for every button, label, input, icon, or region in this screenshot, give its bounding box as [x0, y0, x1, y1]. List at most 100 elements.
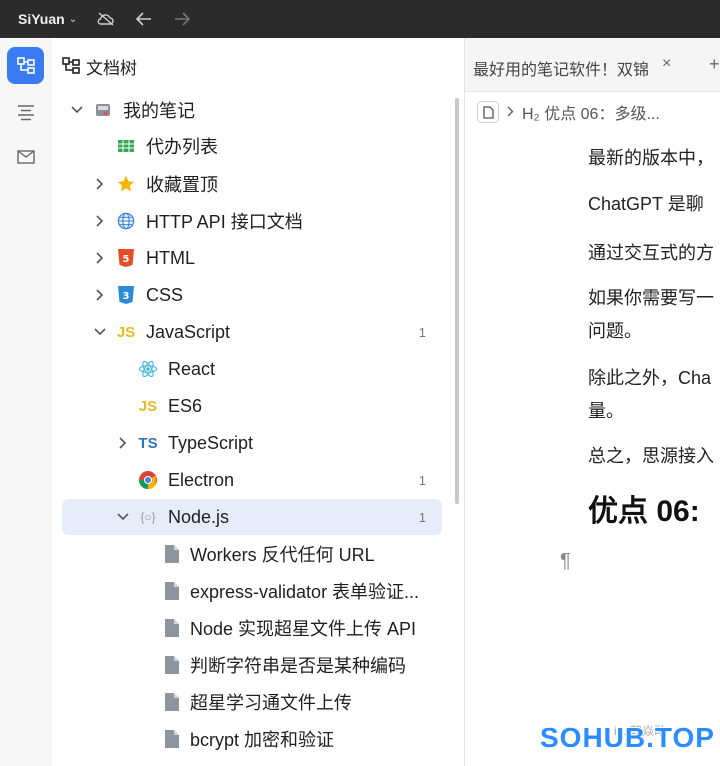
back-arrow-icon[interactable] — [135, 10, 153, 28]
tree-item-es6[interactable]: JS ES6 — [62, 388, 442, 424]
tree-item-label: HTML — [146, 247, 195, 268]
node-icon: {○} — [140, 510, 156, 524]
file-tree-icon — [16, 56, 35, 74]
task-icon — [116, 136, 136, 156]
chevron-right-icon[interactable] — [93, 288, 107, 302]
new-tab-icon[interactable]: + — [709, 54, 720, 75]
css3-glyph: 3 — [123, 291, 130, 302]
chevron-down-icon[interactable] — [93, 325, 107, 339]
doc-icon — [162, 618, 182, 638]
chrome-icon — [138, 470, 158, 490]
editor-tab-bar: 最好用的笔记软件！双锦 × + — [465, 38, 720, 92]
chevron-right-icon — [507, 104, 514, 120]
doc-icon — [162, 655, 182, 675]
pilcrow-icon[interactable]: ¶ — [560, 550, 571, 573]
tree-item-doc[interactable]: 判断字符串是否是某种编码 — [62, 647, 442, 683]
star-icon — [116, 174, 136, 194]
tree-item-css[interactable]: 3 CSS — [62, 277, 442, 313]
chevron-right-icon[interactable] — [93, 177, 107, 191]
tree-item-label: Node 实现超星文件上传 API — [190, 619, 417, 639]
tree-item-label: Workers 反代任何 URL — [190, 545, 375, 565]
tree-item-doc[interactable]: Workers 反代任何 URL — [62, 536, 442, 572]
tree-item-label: Electron — [168, 469, 235, 490]
left-dock — [0, 38, 53, 766]
tree-item-label: HTTP API 接口文档 — [146, 212, 303, 232]
paragraph[interactable]: 总之，思源接入 — [588, 442, 714, 468]
ts-icon: TS — [138, 434, 158, 452]
tree-item-doc[interactable]: express-validator 表单验证... — [62, 573, 442, 609]
close-icon[interactable]: × — [662, 55, 671, 73]
tree-item-electron[interactable]: Electron 1 — [62, 462, 442, 498]
child-count: 1 — [418, 509, 426, 525]
chevron-right-icon[interactable] — [93, 214, 107, 228]
paragraph[interactable]: 除此之外，Cha — [588, 364, 711, 390]
tree-item-react[interactable]: React — [62, 351, 442, 387]
paragraph[interactable]: 通过交互式的方 — [588, 239, 714, 265]
file-tree-dock-button[interactable] — [7, 47, 44, 84]
child-count: 1 — [418, 472, 426, 488]
globe-icon — [116, 211, 136, 231]
paragraph[interactable]: 如果你需要写一 — [588, 284, 714, 310]
js-icon: JS — [116, 323, 136, 341]
notebook-row[interactable]: 我的笔记 — [62, 92, 442, 128]
notebook-label: 我的笔记 — [123, 101, 195, 121]
chevron-down-icon[interactable] — [70, 103, 84, 117]
paragraph[interactable]: 量。 — [588, 397, 624, 423]
js-icon: JS — [138, 397, 158, 415]
tree-item-nodejs[interactable]: {○} Node.js 1 — [62, 499, 442, 535]
tree-item-favorites[interactable]: 收藏置顶 — [62, 166, 442, 202]
html5-glyph: 5 — [123, 254, 130, 265]
tree-item-typescript[interactable]: TS TypeScript — [62, 425, 442, 461]
chevron-down-icon: ⌄ — [68, 13, 78, 25]
app-name: SiYuan — [18, 11, 65, 27]
doc-icon — [162, 581, 182, 601]
tree-item-doc[interactable]: 超星学习通文件上传 — [62, 684, 442, 720]
css3-icon: 3 — [116, 285, 136, 305]
document-icon[interactable] — [477, 101, 499, 123]
paragraph[interactable]: 问题。 — [588, 317, 642, 343]
tree-item-label: bcrypt 加密和验证 — [190, 730, 335, 750]
file-tree-header: 文档树 — [62, 54, 137, 78]
chevron-down-icon[interactable] — [116, 510, 130, 524]
tree-item-doc[interactable]: bcrypt 加密和验证 — [62, 721, 442, 757]
chevron-right-icon[interactable] — [116, 436, 130, 450]
mail-icon — [16, 149, 35, 164]
forward-arrow-icon[interactable] — [173, 10, 191, 28]
tree-item-label: TypeScript — [168, 432, 254, 453]
tree-item-label: 代办列表 — [146, 137, 218, 157]
heading-2[interactable]: 优点 06: — [588, 486, 700, 530]
tree-item-doc[interactable]: Node 实现超星文件上传 API — [62, 610, 442, 646]
watermark-logo: SOHUB.TOP — [540, 722, 715, 753]
doc-icon — [162, 692, 182, 712]
tree-item-label: 判断字符串是否是某种编码 — [190, 656, 406, 676]
paragraph[interactable]: ChatGPT 是聊 — [588, 190, 704, 216]
tree-item-label: Node.js — [168, 506, 230, 527]
paragraph[interactable]: 最新的版本中， — [588, 144, 714, 170]
tree-item-javascript[interactable]: JS JavaScript 1 — [62, 314, 442, 350]
breadcrumb: H₂ 优点 06：多级... — [465, 92, 720, 132]
cloud-off-icon[interactable] — [97, 10, 115, 28]
tree-item-label: express-validator 表单验证... — [190, 582, 420, 602]
tree-item-label: 收藏置顶 — [146, 175, 218, 195]
tree-item-label: JavaScript — [146, 321, 231, 342]
editor-tab[interactable]: 最好用的笔记软件！双锦 — [473, 56, 649, 80]
doc-icon — [162, 729, 182, 749]
tree-item-label: 超星学习通文件上传 — [190, 693, 352, 713]
file-tree-scrollbar[interactable] — [455, 98, 459, 504]
tree-item-label: React — [168, 358, 216, 379]
breadcrumb-heading[interactable]: H₂ 优点 06：多级... — [522, 100, 660, 124]
doc-icon — [162, 544, 182, 564]
outline-dock-button[interactable] — [7, 94, 44, 131]
tree-item-http-api[interactable]: HTTP API 接口文档 — [62, 203, 442, 239]
tree-item-html[interactable]: 5 HTML — [62, 240, 442, 276]
inbox-dock-button[interactable] — [7, 138, 44, 175]
tree-item-label: CSS — [146, 284, 184, 305]
notebook-icon — [93, 100, 113, 120]
chevron-right-icon[interactable] — [93, 251, 107, 265]
tree-item-todo[interactable]: 代办列表 — [62, 128, 442, 164]
file-tree-title: 文档树 — [86, 58, 137, 78]
app-menu[interactable]: SiYuan ⌄ — [18, 11, 77, 27]
file-tree-icon — [62, 57, 80, 74]
title-bar: SiYuan ⌄ — [0, 0, 720, 38]
tree-item-label: ES6 — [168, 395, 203, 416]
